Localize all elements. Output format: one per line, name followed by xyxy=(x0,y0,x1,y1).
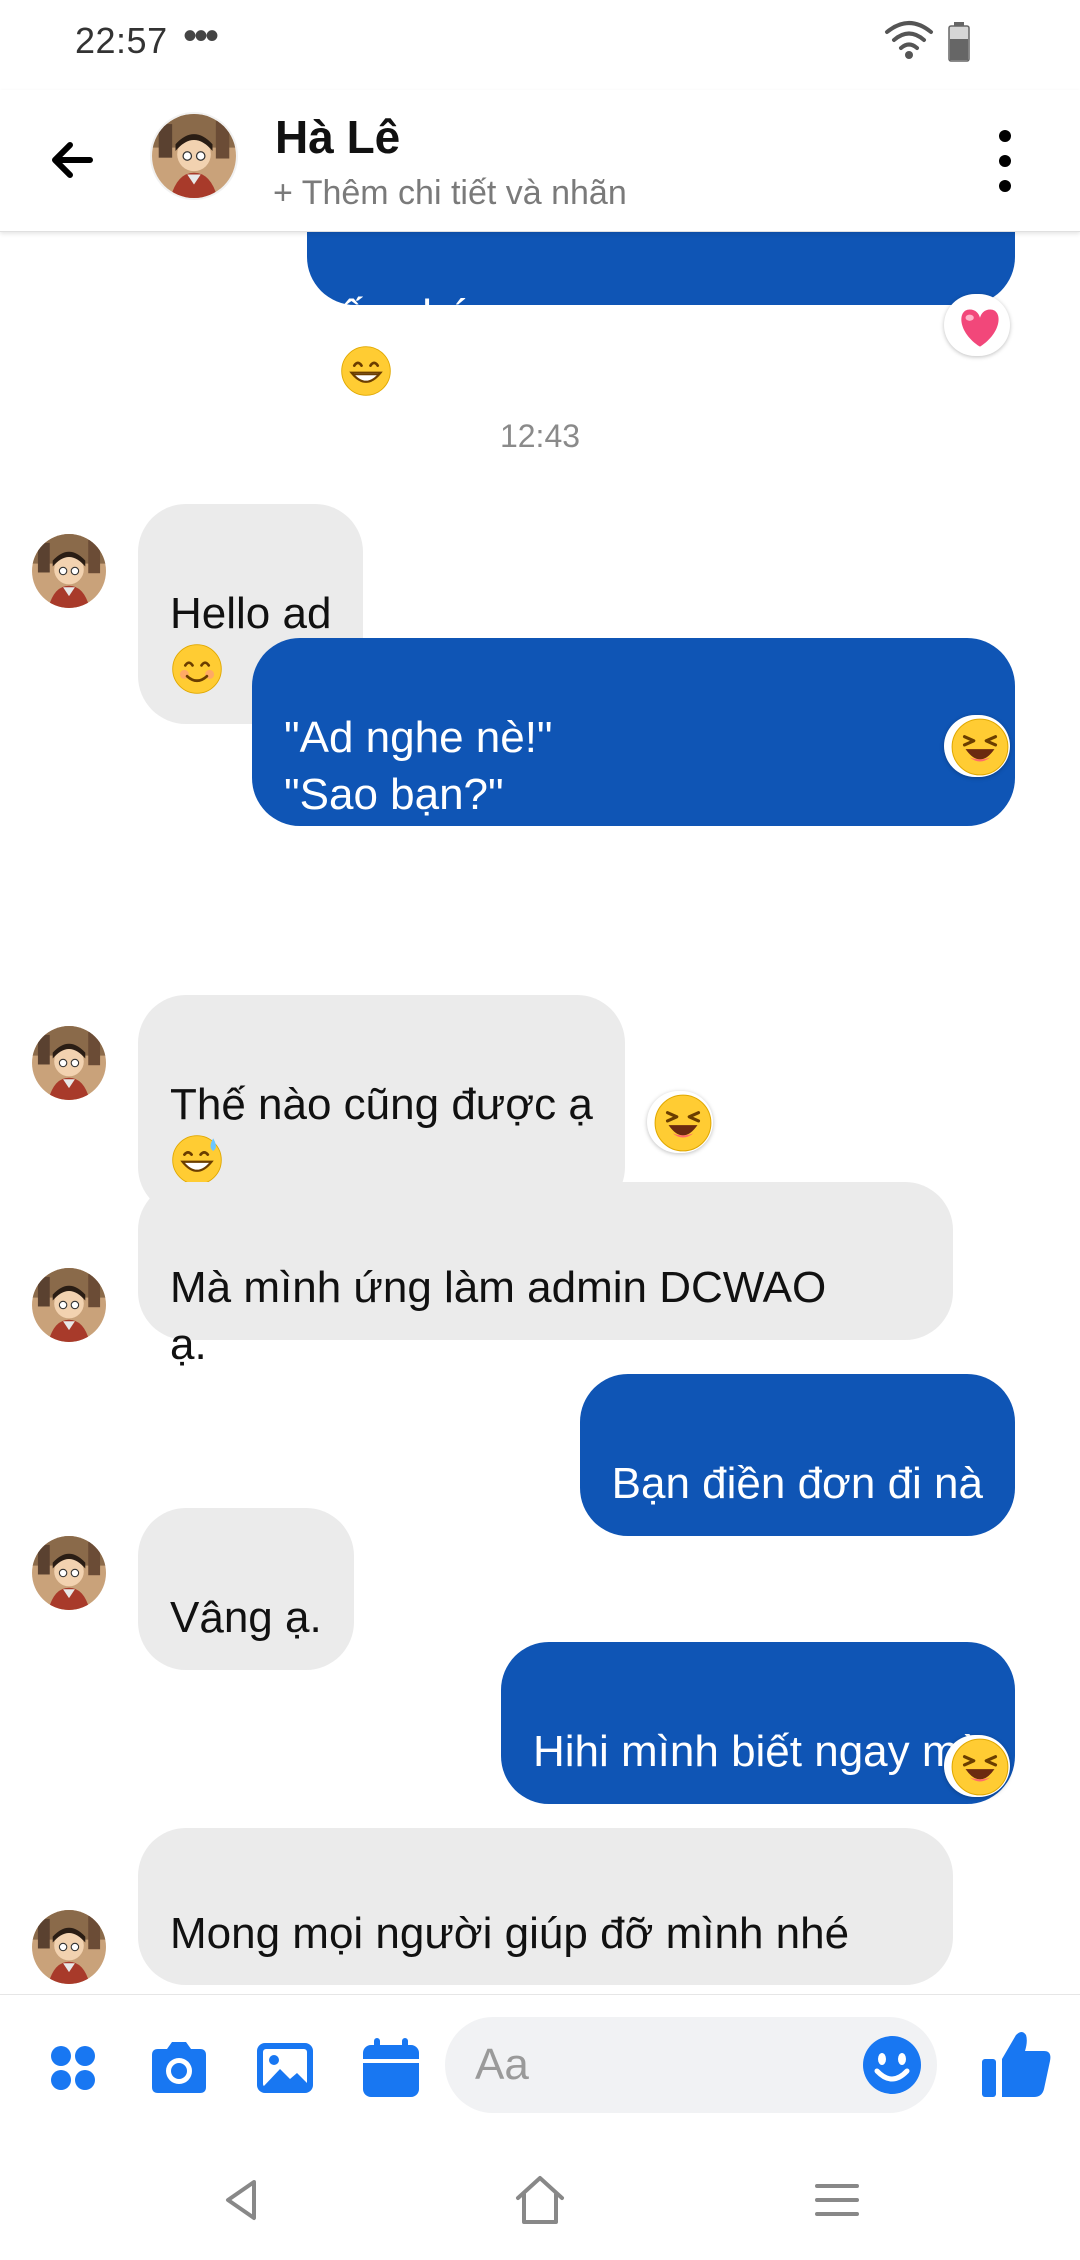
nav-home-icon[interactable] xyxy=(510,2170,570,2230)
message-text: Hihi mình biết ngay mà xyxy=(533,1727,983,1776)
message-bubble-incoming[interactable]: Vâng ạ. xyxy=(138,1508,354,1670)
grinning-emoji-icon xyxy=(339,344,393,398)
reaction-badge[interactable] xyxy=(647,1091,713,1153)
reaction-badge[interactable] xyxy=(944,1735,1010,1797)
message-text: Mong mọi người giúp đỡ mình nhé xyxy=(170,1909,850,1958)
message-composer xyxy=(0,1994,1080,2140)
sender-avatar[interactable] xyxy=(32,1910,106,1984)
thumbs-up-icon[interactable] xyxy=(976,2025,1056,2105)
status-bar: 22:57 ••• xyxy=(0,0,1080,90)
reaction-badge[interactable] xyxy=(944,294,1010,356)
message-bubble-incoming[interactable]: Mà mình ứng làm admin DCWAO ạ. xyxy=(138,1182,953,1369)
sender-photo xyxy=(32,1268,106,1342)
sender-avatar[interactable] xyxy=(32,1026,106,1100)
message-timestamp: 12:43 xyxy=(499,418,581,454)
wifi-icon xyxy=(885,21,933,59)
sender-avatar[interactable] xyxy=(32,1268,106,1342)
messenger-chat-screen: 22:57 ••• Hà Lê + Thêm chi tiết và nhãn xyxy=(0,0,1080,2260)
message-bubble-outgoing[interactable]: "Ad nghe nè!" "Sao bạn?" Bạn thích ad re… xyxy=(252,638,1015,933)
sender-photo xyxy=(32,1026,106,1100)
sender-photo xyxy=(32,534,106,608)
message-bubble-outgoing[interactable]: Bạn điền đơn đi nà xyxy=(579,1374,1015,1536)
message-input-box[interactable] xyxy=(445,2017,937,2113)
back-arrow-icon[interactable] xyxy=(42,130,102,190)
sender-photo xyxy=(32,1536,106,1610)
nav-back-icon[interactable] xyxy=(212,2170,272,2230)
grinning-sweat-emoji-icon xyxy=(170,1133,224,1187)
calendar-icon[interactable] xyxy=(356,2033,426,2103)
message-list[interactable]: ấy nhé 12:43 Hello ad "Ad nghe nè!" "Sao… xyxy=(0,232,1080,1994)
contact-name[interactable]: Hà Lê xyxy=(275,110,400,164)
contact-avatar[interactable] xyxy=(150,112,238,200)
sender-avatar[interactable] xyxy=(32,534,106,608)
message-text: "Ad nghe nè!" "Sao bạn?" Bạn thích ad re… xyxy=(284,713,918,933)
battery-icon xyxy=(948,22,970,62)
sender-avatar[interactable] xyxy=(32,1536,106,1610)
laughing-reaction-icon xyxy=(944,1735,1010,1797)
message-bubble-outgoing[interactable]: ấy nhé xyxy=(307,232,1015,305)
apps-grid-icon[interactable] xyxy=(38,2033,108,2103)
reaction-badge[interactable] xyxy=(944,715,1010,777)
system-nav-bar xyxy=(0,2140,1080,2260)
message-text: Hello ad xyxy=(170,589,332,638)
nav-menu-icon[interactable] xyxy=(807,2170,867,2230)
add-details-link[interactable]: + Thêm chi tiết và nhãn xyxy=(273,174,627,213)
message-text: Mà mình ứng làm admin DCWAO ạ. xyxy=(170,1263,827,1369)
message-bubble-incoming[interactable]: Mong mọi người giúp đỡ mình nhé xyxy=(138,1828,953,1985)
gallery-icon[interactable] xyxy=(250,2033,320,2103)
message-input[interactable] xyxy=(475,2035,855,2095)
contact-photo xyxy=(152,114,236,198)
emoji-icon[interactable] xyxy=(860,2033,924,2097)
sender-photo xyxy=(32,1910,106,1984)
camera-icon[interactable] xyxy=(144,2033,214,2103)
laughing-reaction-icon xyxy=(944,715,1010,777)
chat-header: Hà Lê + Thêm chi tiết và nhãn xyxy=(0,90,1080,232)
message-text: Vâng ạ. xyxy=(170,1593,322,1642)
message-text: ấy nhé xyxy=(339,291,472,340)
smiling-emoji-icon xyxy=(170,642,224,696)
message-text: Thế nào cũng được ạ xyxy=(170,1080,593,1129)
message-text: Bạn điền đơn đi nà xyxy=(611,1459,983,1508)
status-dots: ••• xyxy=(183,14,219,58)
message-bubble-outgoing[interactable]: Hihi mình biết ngay mà xyxy=(501,1642,1015,1804)
status-time: 22:57 xyxy=(75,20,168,61)
heart-reaction-icon xyxy=(944,294,1010,356)
more-icon[interactable] xyxy=(985,126,1025,196)
laughing-reaction-icon xyxy=(647,1091,713,1153)
